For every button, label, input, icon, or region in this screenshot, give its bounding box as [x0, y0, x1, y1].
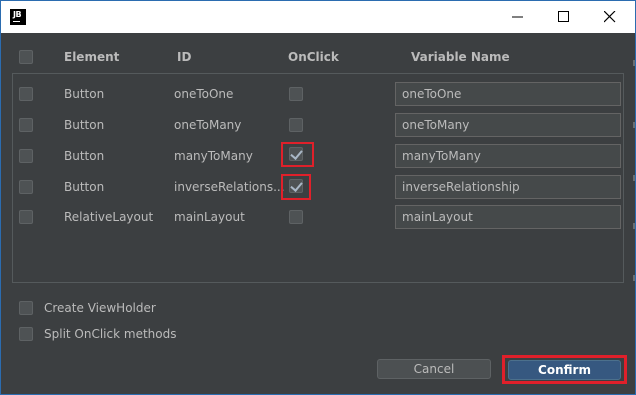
- row-element: Button: [64, 149, 105, 163]
- split-onclick-label: Split OnClick methods: [44, 327, 177, 341]
- row-onclick-checkbox[interactable]: [289, 87, 303, 101]
- header-variable-name: Variable Name: [411, 50, 510, 64]
- variable-name-input[interactable]: oneToMany: [395, 113, 621, 137]
- row-id: oneToOne: [174, 87, 234, 101]
- minimize-icon: [512, 16, 523, 18]
- row-onclick-checkbox[interactable]: [289, 147, 303, 161]
- row-id: oneToMany: [174, 118, 242, 132]
- row-select-checkbox[interactable]: [19, 149, 33, 163]
- row-id: inverseRelations...: [174, 180, 285, 194]
- resize-tick: [633, 275, 635, 281]
- header-onclick: OnClick: [288, 50, 339, 64]
- row-element: RelativeLayout: [64, 210, 154, 224]
- confirm-button[interactable]: Confirm: [508, 360, 621, 380]
- close-icon: [604, 11, 616, 23]
- dialog-body: Element ID OnClick Variable Name Button …: [0, 33, 636, 395]
- row-element: Button: [64, 180, 105, 194]
- variable-name-input[interactable]: inverseRelationship: [395, 175, 621, 199]
- jetbrains-logo-icon: JB: [10, 9, 26, 25]
- row-onclick-checkbox[interactable]: [289, 179, 303, 193]
- row-element: Button: [64, 118, 105, 132]
- select-all-checkbox[interactable]: [19, 50, 33, 64]
- variable-name-input[interactable]: manyToMany: [395, 144, 621, 168]
- variable-name-input[interactable]: mainLayout: [395, 205, 621, 229]
- row-select-checkbox[interactable]: [19, 210, 33, 224]
- resize-tick: [633, 223, 635, 229]
- row-select-checkbox[interactable]: [19, 180, 33, 194]
- resize-tick: [633, 175, 635, 181]
- create-viewholder-checkbox[interactable]: [19, 301, 33, 315]
- row-onclick-checkbox[interactable]: [289, 210, 303, 224]
- header-element: Element: [64, 50, 120, 64]
- row-id: manyToMany: [174, 149, 253, 163]
- cancel-button[interactable]: Cancel: [377, 359, 491, 379]
- create-viewholder-label: Create ViewHolder: [44, 301, 156, 315]
- row-select-checkbox[interactable]: [19, 118, 33, 132]
- close-button[interactable]: [587, 1, 633, 33]
- row-select-checkbox[interactable]: [19, 87, 33, 101]
- resize-tick: [633, 122, 635, 128]
- maximize-button[interactable]: [541, 1, 587, 33]
- row-onclick-checkbox[interactable]: [289, 118, 303, 132]
- minimize-button[interactable]: [495, 1, 541, 33]
- maximize-icon: [558, 11, 569, 22]
- app-icon-text: JB: [13, 10, 22, 19]
- row-id: mainLayout: [174, 210, 245, 224]
- title-bar: JB: [0, 0, 636, 33]
- variable-name-input[interactable]: oneToOne: [395, 82, 621, 106]
- row-element: Button: [64, 87, 105, 101]
- resize-tick: [633, 60, 635, 66]
- split-onclick-checkbox[interactable]: [19, 327, 33, 341]
- header-id: ID: [177, 50, 192, 64]
